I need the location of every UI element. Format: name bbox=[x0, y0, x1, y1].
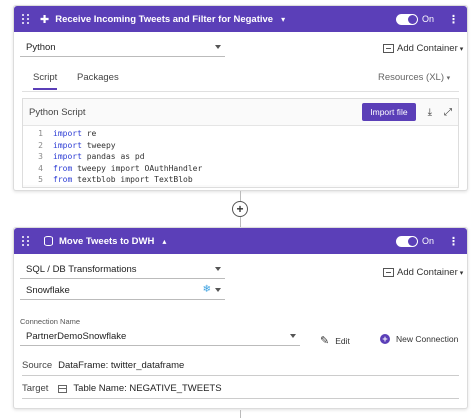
download-icon[interactable]: ⤓ bbox=[428, 107, 432, 118]
step-title: Move Tweets to DWH bbox=[59, 235, 155, 247]
new-connection-button[interactable]: + New Connection bbox=[380, 334, 458, 344]
add-container-button[interactable]: Add Container ▾ bbox=[383, 43, 463, 54]
dropdown-arrow-icon bbox=[215, 45, 221, 49]
chevron-down-icon: ▾ bbox=[446, 75, 451, 82]
chevron-up-icon[interactable]: ▴ bbox=[162, 237, 166, 246]
add-circle-icon: + bbox=[380, 334, 390, 344]
target-value: Table Name: NEGATIVE_TWEETS bbox=[73, 383, 222, 394]
chevron-down-icon: ▾ bbox=[459, 269, 464, 277]
database-icon bbox=[44, 236, 53, 246]
language-value: Python bbox=[26, 42, 56, 53]
transformation-select[interactable]: SQL / DB Transformations bbox=[20, 261, 225, 279]
snowflake-icon: ❄ bbox=[202, 284, 211, 295]
target-row[interactable]: Target Table Name: NEGATIVE_TWEETS bbox=[22, 379, 459, 399]
toggle-label: On bbox=[421, 14, 434, 24]
step-header[interactable]: Move Tweets to DWH ▴ On ⋮ bbox=[14, 228, 467, 254]
edit-label: Edit bbox=[335, 335, 350, 346]
more-options-icon[interactable]: ⋮ bbox=[448, 235, 459, 248]
expand-icon[interactable]: ⤢ bbox=[444, 107, 452, 118]
new-connection-label: New Connection bbox=[396, 334, 459, 344]
connector-line bbox=[239, 410, 241, 418]
target-label: Target bbox=[22, 383, 49, 394]
code-line: 4 from tweepy import OAuthHandler bbox=[38, 163, 203, 173]
table-icon bbox=[58, 384, 68, 393]
add-container-label: Add Container bbox=[397, 267, 458, 278]
code-line: 2 import tweepy bbox=[38, 140, 116, 150]
connection-select[interactable]: PartnerDemoSnowflake bbox=[20, 328, 300, 346]
step-title: Receive Incoming Tweets and Filter for N… bbox=[55, 13, 274, 25]
connector-line bbox=[239, 191, 241, 201]
toggle-label: On bbox=[421, 236, 434, 246]
enable-toggle[interactable] bbox=[395, 235, 418, 247]
add-step-button[interactable]: + bbox=[232, 201, 248, 217]
warehouse-value: Snowflake bbox=[26, 285, 70, 296]
puzzle-icon: ✚ bbox=[40, 13, 50, 26]
code-line: 5 from textblob import TextBlob bbox=[38, 175, 193, 184]
source-row[interactable]: Source DataFrame: twitter_dataframe bbox=[22, 356, 459, 376]
tabs-divider bbox=[22, 91, 459, 92]
connection-label: Connection Name bbox=[20, 317, 81, 326]
transformation-value: SQL / DB Transformations bbox=[26, 264, 137, 275]
dropdown-arrow-icon bbox=[215, 267, 221, 271]
connector-line bbox=[239, 217, 241, 227]
drag-handle-icon[interactable] bbox=[22, 14, 30, 24]
add-container-button[interactable]: Add Container ▾ bbox=[383, 267, 463, 278]
code-area[interactable]: 1 import re 2 import tweepy 3 import pandas… bbox=[23, 125, 458, 185]
tab-packages[interactable]: Packages bbox=[77, 72, 119, 83]
script-label: Python Script bbox=[29, 106, 86, 118]
script-editor: Python Script Import file ⤓ ⤢ 1 import re… bbox=[22, 98, 459, 188]
source-value: DataFrame: twitter_dataframe bbox=[58, 360, 185, 371]
resources-select[interactable]: Resources (XL) ▾ bbox=[378, 72, 450, 83]
import-file-button[interactable]: Import file bbox=[362, 103, 416, 121]
enable-toggle[interactable] bbox=[395, 13, 418, 25]
connection-value: PartnerDemoSnowflake bbox=[26, 331, 127, 342]
resources-label: Resources (XL) bbox=[378, 72, 444, 83]
step-card-python: ✚ Receive Incoming Tweets and Filter for… bbox=[13, 5, 468, 191]
pencil-icon: ✎ bbox=[320, 335, 330, 347]
chevron-down-icon: ▾ bbox=[459, 45, 464, 53]
language-select[interactable]: Python bbox=[20, 39, 225, 57]
add-container-label: Add Container bbox=[397, 43, 458, 54]
edit-connection-button[interactable]: ✎ Edit bbox=[320, 334, 350, 347]
more-options-icon[interactable]: ⋮ bbox=[448, 13, 459, 26]
step-card-sql: Move Tweets to DWH ▴ On ⋮ SQL / DB Trans… bbox=[13, 227, 468, 409]
code-line: 1 import re bbox=[38, 129, 97, 138]
source-label: Source bbox=[22, 360, 53, 371]
container-icon bbox=[383, 44, 394, 53]
code-line: 3 import pandas as pd bbox=[38, 152, 145, 161]
warehouse-select[interactable]: Snowflake ❄ bbox=[20, 282, 225, 300]
drag-handle-icon[interactable] bbox=[22, 236, 30, 246]
container-icon bbox=[383, 268, 394, 277]
dropdown-arrow-icon bbox=[290, 334, 296, 338]
step-header[interactable]: ✚ Receive Incoming Tweets and Filter for… bbox=[14, 6, 467, 32]
tab-script[interactable]: Script bbox=[33, 72, 58, 90]
dropdown-arrow-icon bbox=[215, 288, 221, 292]
chevron-down-icon[interactable]: ▾ bbox=[281, 15, 285, 24]
